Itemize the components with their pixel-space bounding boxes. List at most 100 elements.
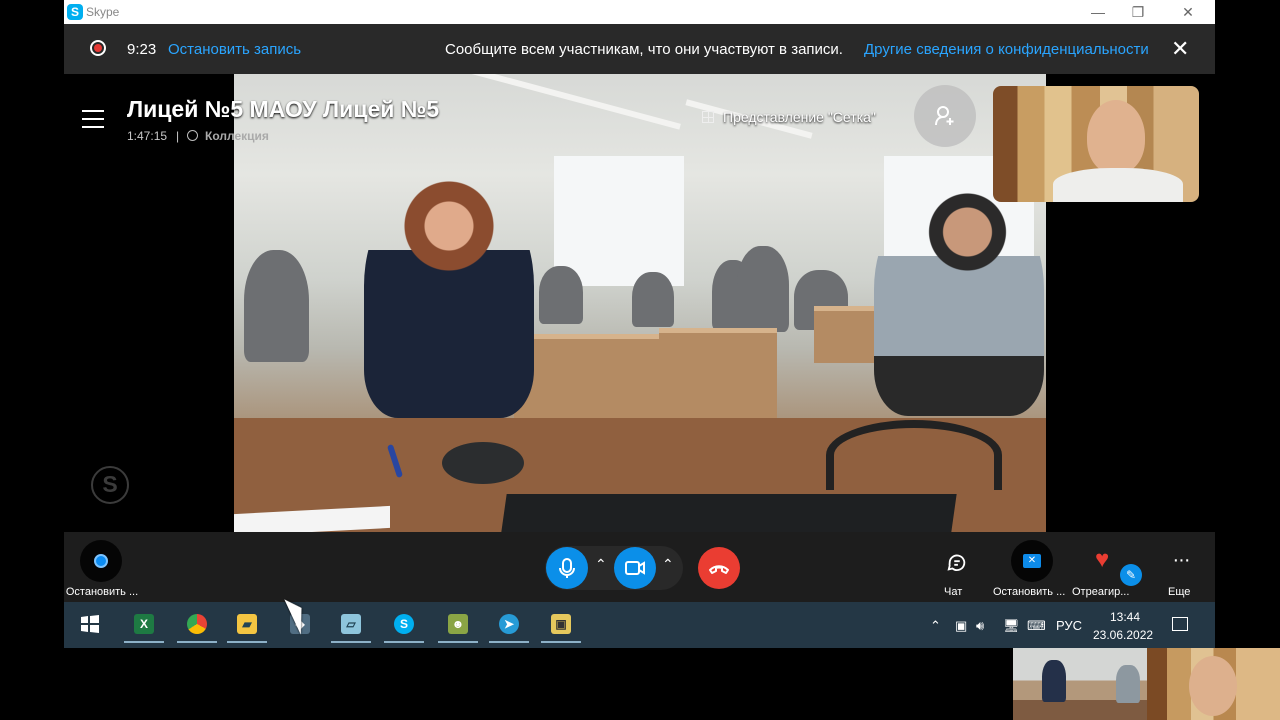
windows-taskbar: X ▰ ◆ ▱ S ☻ ➤ ▣ ⌃ ▣ 🔊︎ 🖥︎ ⌨︎ РУС 13:44 2… — [64, 602, 1215, 648]
volume-icon[interactable]: 🔊︎ — [976, 618, 984, 634]
call-stage: Лицей №5 МАОУ Лицей №5 1:47:15 | Коллекц… — [64, 74, 1215, 532]
skype-icon: S — [394, 614, 414, 634]
desk-decor — [514, 334, 682, 421]
more-label: Еще — [1168, 586, 1191, 598]
chat-icon[interactable] — [946, 552, 968, 574]
input-language[interactable]: РУС — [1056, 618, 1082, 633]
desk-decor — [659, 328, 777, 425]
stop-recording-button[interactable] — [80, 540, 122, 582]
student-video-person — [874, 186, 1044, 416]
overlay-room-video-thumbnail — [1013, 648, 1147, 720]
stop-recording-label: Остановить ... — [65, 586, 139, 598]
windows-start-icon — [81, 615, 99, 633]
student-silhouette — [632, 272, 674, 327]
meeting-duration: 1:47:15 — [127, 129, 168, 143]
telegram-icon: ➤ — [499, 614, 519, 634]
stop-sharing-button[interactable]: ✕ — [1011, 540, 1053, 582]
chat-label: Чат — [944, 586, 963, 598]
show-hidden-icons-chevron-icon[interactable]: ⌃ — [930, 618, 941, 634]
taskbar-excel[interactable]: X — [120, 610, 168, 643]
student-silhouette — [539, 266, 583, 324]
chrome-icon — [187, 614, 207, 634]
thumbnail-teacher-figure — [1042, 660, 1066, 702]
collection-label[interactable]: Коллекция — [205, 129, 269, 143]
recording-notice: Сообщите всем участникам, что они участв… — [445, 41, 843, 58]
main-video-feed — [234, 74, 1046, 532]
taskbar-active-indicator — [541, 641, 581, 643]
hang-up-button[interactable] — [698, 547, 740, 589]
self-video-face — [1087, 100, 1145, 174]
student-silhouette — [737, 246, 789, 332]
self-video-body — [1053, 168, 1183, 202]
microphone-icon — [559, 558, 575, 578]
recording-bar: 9:23 Остановить запись Сообщите всем уча… — [64, 24, 1215, 74]
taskbar-active-indicator — [177, 641, 217, 643]
taskbar-file-explorer[interactable]: ▰ — [223, 610, 271, 643]
stop-sharing-label: Остановить ... — [993, 586, 1066, 598]
heart-reaction-icon[interactable]: ♥ — [1095, 548, 1119, 572]
window-titlebar: S Skype — ❐ ✕ — [64, 0, 1215, 24]
taskbar-chrome[interactable] — [173, 610, 221, 643]
taskbar-active-indicator — [384, 641, 424, 643]
grid-view-icon[interactable] — [702, 111, 714, 123]
classroom-window-decor — [554, 156, 684, 286]
hang-up-phone-icon — [709, 565, 729, 574]
react-label: Отреагир... — [1072, 586, 1130, 598]
taskbar-notes[interactable]: ▱ — [327, 610, 375, 643]
taskbar-active-indicator — [331, 641, 371, 643]
taskbar-active-indicator — [438, 641, 478, 643]
grid-view-button[interactable]: Представление "Сетка" — [723, 109, 876, 125]
taskbar-date[interactable]: 23.06.2022 — [1093, 628, 1153, 642]
share-screen-icon: ✕ — [1023, 554, 1041, 568]
notifications-icon[interactable] — [1172, 617, 1188, 631]
taskbar-skype[interactable]: S — [380, 610, 428, 643]
recording-time: 9:23 — [127, 41, 157, 58]
device-status-icon[interactable]: ▣ — [955, 618, 967, 634]
skype-window: S Skype — ❐ ✕ 9:23 Остановить запись Соо… — [64, 0, 1215, 648]
camera-options-chevron-icon[interactable]: ⌃ — [662, 556, 674, 573]
hamburger-menu-icon[interactable] — [82, 110, 104, 128]
photos-icon: ▣ — [551, 614, 571, 634]
taskbar-active-indicator — [124, 641, 164, 643]
computer-mouse-decor — [442, 442, 524, 484]
skype-app-icon: S — [67, 4, 83, 20]
edit-reaction-icon[interactable]: ✎ — [1120, 564, 1142, 586]
stop-recording-link[interactable]: Остановить запись — [168, 41, 301, 58]
add-person-icon — [935, 106, 954, 126]
student-silhouette — [244, 250, 309, 362]
network-icon[interactable]: 🖥︎ — [1003, 618, 1020, 634]
taskbar-photos[interactable]: ▣ — [537, 610, 585, 643]
skype-watermark-icon: S — [91, 466, 129, 504]
privacy-link[interactable]: Другие сведения о конфиденциальности — [864, 41, 1149, 58]
camera-button[interactable] — [614, 547, 656, 589]
meeting-separator: | — [176, 129, 180, 143]
ceiling-light-decor — [457, 74, 681, 130]
taskbar-active-indicator — [227, 641, 267, 643]
thumbnail-student-figure — [1116, 665, 1140, 703]
close-window-button[interactable]: ✕ — [1173, 2, 1203, 22]
collection-icon — [187, 130, 198, 141]
restore-button[interactable]: ❐ — [1123, 2, 1153, 22]
microphone-button[interactable] — [546, 547, 588, 589]
self-video-preview[interactable] — [993, 86, 1199, 202]
keyboard-decor — [501, 494, 957, 532]
more-options-icon[interactable]: ··· — [1170, 550, 1192, 570]
excel-icon: X — [134, 614, 154, 634]
thumbnail-face — [1189, 656, 1237, 716]
game-icon: ☻ — [448, 614, 468, 634]
keyboard-layout-icon[interactable]: ⌨︎ — [1027, 618, 1046, 634]
microphone-options-chevron-icon[interactable]: ⌃ — [595, 556, 607, 573]
minimize-button[interactable]: — — [1083, 2, 1113, 22]
video-camera-icon — [625, 561, 645, 575]
overlay-person-video-thumbnail — [1147, 648, 1280, 720]
taskbar-game[interactable]: ☻ — [434, 610, 482, 643]
close-notice-icon[interactable]: ✕ — [1171, 36, 1189, 62]
taskbar-time[interactable]: 13:44 — [1110, 610, 1140, 624]
call-controls-bar: Остановить ... ⌃ ⌃ Чат ✕ Остановить ... … — [64, 532, 1215, 602]
add-participant-button[interactable] — [914, 85, 976, 147]
start-button[interactable] — [66, 610, 114, 640]
taskbar-active-indicator — [489, 641, 529, 643]
taskbar-telegram[interactable]: ➤ — [485, 610, 533, 643]
recording-icon — [90, 40, 106, 56]
window-title: Skype — [86, 5, 120, 19]
